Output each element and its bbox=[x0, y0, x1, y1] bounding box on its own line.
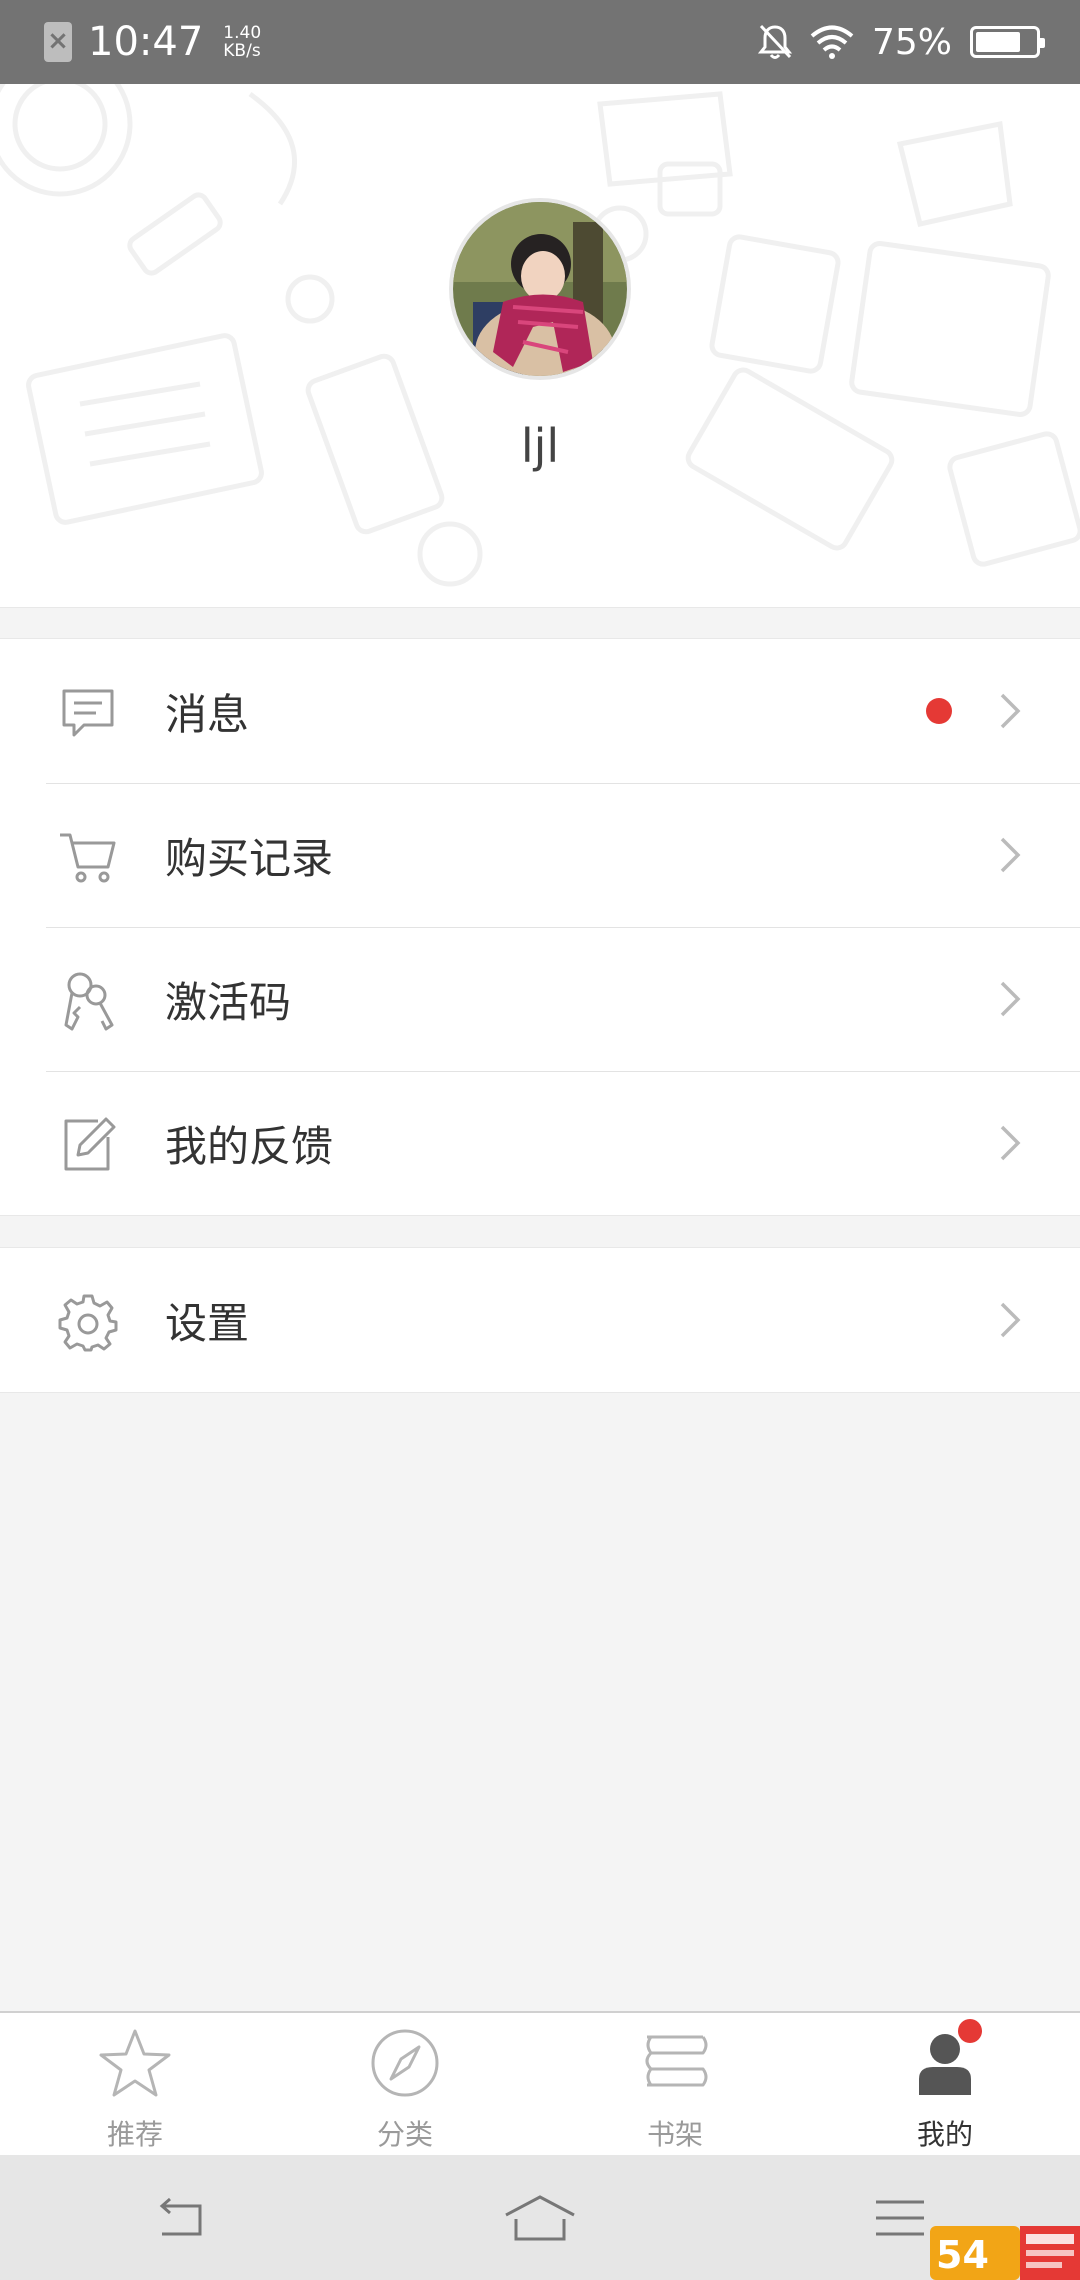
svg-text:54: 54 bbox=[936, 2233, 989, 2277]
cart-icon bbox=[60, 833, 116, 883]
chevron-right-icon bbox=[1000, 1302, 1021, 1338]
menu-item-activation-code[interactable]: 激活码 bbox=[0, 927, 1080, 1071]
back-button[interactable] bbox=[140, 2188, 220, 2248]
status-left: 10:47 1.40 KB/s bbox=[44, 19, 261, 65]
status-right: 75% bbox=[757, 21, 1045, 63]
notification-badge bbox=[958, 2019, 982, 2043]
key-icon bbox=[64, 972, 114, 1031]
tab-label: 分类 bbox=[376, 2118, 433, 2151]
star-icon bbox=[99, 2029, 171, 2097]
edit-icon bbox=[64, 1117, 116, 1171]
status-bar: 10:47 1.40 KB/s 75% bbox=[0, 0, 1080, 84]
chevron-right-icon bbox=[1000, 1125, 1021, 1161]
menu-item-label: 消息 bbox=[165, 689, 250, 739]
avatar[interactable] bbox=[449, 198, 631, 380]
notifications-off-icon bbox=[757, 24, 792, 59]
profile-header: ljl bbox=[0, 84, 1080, 608]
unread-badge bbox=[926, 698, 952, 724]
battery-percent: 75% bbox=[871, 21, 952, 63]
gear-icon bbox=[58, 1294, 118, 1352]
hamburger-icon bbox=[876, 2200, 924, 2235]
tab-label: 书架 bbox=[646, 2118, 703, 2151]
tab-mine[interactable]: 我的 bbox=[810, 2013, 1080, 2155]
network-speed-unit: KB/s bbox=[223, 41, 261, 61]
site-watermark-logo: 54 bbox=[930, 2226, 1080, 2280]
menu-item-label: 激活码 bbox=[165, 977, 292, 1027]
menu-item-label: 购买记录 bbox=[165, 833, 334, 883]
menu-group-main: 消息 购买记录 激活码 我的反馈 bbox=[0, 638, 1080, 1216]
user-avatar-photo bbox=[453, 202, 627, 376]
tab-label: 我的 bbox=[916, 2118, 973, 2151]
bottom-nav: 推荐 分类 书架 我的 bbox=[0, 2011, 1080, 2155]
battery-fill bbox=[976, 32, 1020, 52]
home-button[interactable] bbox=[500, 2188, 580, 2248]
network-speed: 1.40 KB/s bbox=[223, 24, 261, 60]
chevron-right-icon bbox=[1000, 693, 1021, 729]
tab-bookshelf[interactable]: 书架 bbox=[540, 2013, 810, 2155]
bookshelf-icon bbox=[645, 2035, 708, 2087]
no-sim-icon bbox=[44, 22, 72, 62]
menu-item-settings[interactable]: 设置 bbox=[0, 1248, 1080, 1392]
home-icon bbox=[505, 2194, 575, 2240]
tab-label: 推荐 bbox=[106, 2118, 163, 2151]
compass-icon bbox=[371, 2029, 439, 2097]
menu-group-settings: 设置 bbox=[0, 1247, 1080, 1393]
wifi-icon bbox=[810, 25, 854, 59]
menu-item-label: 我的反馈 bbox=[165, 1121, 334, 1171]
system-nav-bar bbox=[0, 2155, 1080, 2280]
tab-category[interactable]: 分类 bbox=[270, 2013, 540, 2155]
menu-item-purchase-history[interactable]: 购买记录 bbox=[0, 783, 1080, 927]
battery-icon bbox=[970, 26, 1045, 58]
chevron-right-icon bbox=[1000, 837, 1021, 873]
back-icon bbox=[159, 2197, 202, 2235]
menu-button[interactable] bbox=[860, 2188, 940, 2248]
tab-recommend[interactable]: 推荐 bbox=[0, 2013, 270, 2155]
message-icon bbox=[62, 689, 114, 737]
menu-item-feedback[interactable]: 我的反馈 bbox=[0, 1071, 1080, 1215]
status-time: 10:47 bbox=[88, 19, 204, 65]
chevron-right-icon bbox=[1000, 981, 1021, 1017]
menu-item-messages[interactable]: 消息 bbox=[0, 639, 1080, 783]
network-speed-value: 1.40 bbox=[223, 23, 262, 43]
username: ljl bbox=[520, 419, 560, 473]
menu-item-label: 设置 bbox=[165, 1298, 250, 1348]
